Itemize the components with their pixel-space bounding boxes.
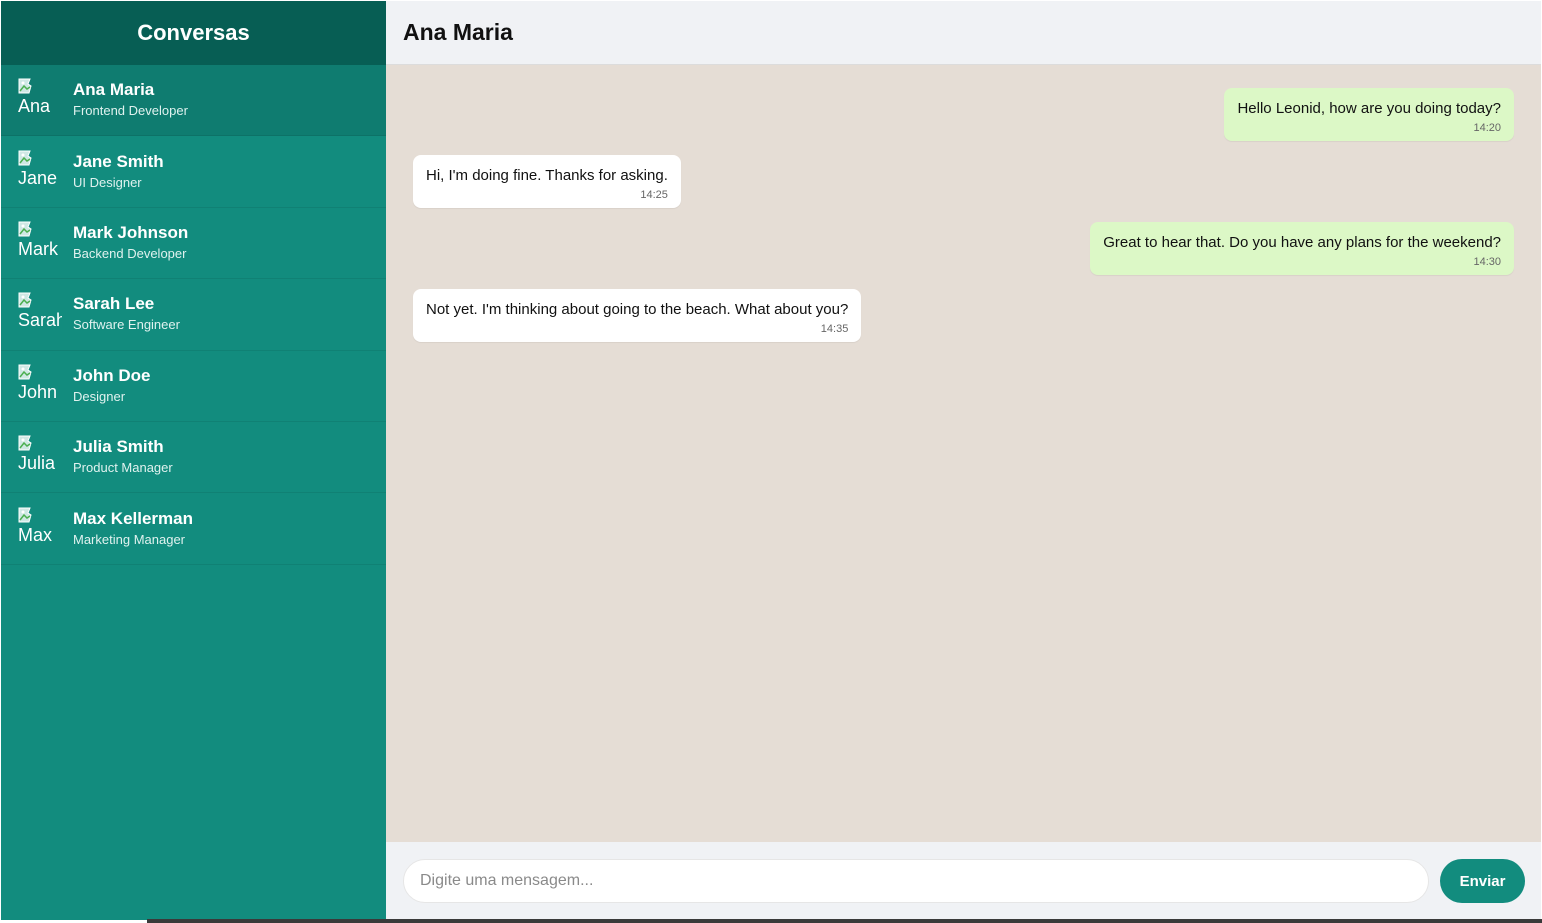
chat-contact-name: Ana Maria — [386, 1, 1541, 65]
avatar: Sarah — [18, 292, 62, 336]
avatar-alt-text: John — [18, 381, 58, 402]
conversation-item[interactable]: Ana Ana Maria Frontend Developer — [1, 65, 386, 137]
avatar: Ana — [18, 78, 62, 122]
contact-name: Mark Johnson — [73, 222, 189, 242]
message-bubble-received: Hi, I'm doing fine. Thanks for asking. 1… — [413, 155, 681, 208]
broken-image-icon — [18, 78, 32, 94]
avatar-alt-text: Max — [18, 524, 53, 545]
contact-name: Sarah Lee — [73, 294, 155, 314]
contact-name: Max Kellerman — [73, 508, 193, 528]
send-button[interactable]: Enviar — [1440, 859, 1525, 903]
broken-image-icon — [18, 221, 32, 237]
conversation-item[interactable]: Jane Jane Smith UI Designer — [1, 136, 386, 208]
contact-role: Marketing Manager — [73, 531, 185, 547]
avatar: Mark — [18, 221, 62, 265]
conversation-item[interactable]: Mark Mark Johnson Backend Developer — [1, 208, 386, 280]
broken-image-icon — [18, 364, 32, 380]
avatar-alt-text: Sarah — [18, 310, 62, 331]
conversation-list: Ana Ana Maria Frontend Developer Jane Ja… — [1, 65, 386, 565]
chat-app: Conversas Ana Ana Maria Frontend Develop… — [1, 1, 1541, 920]
message-bubble-sent: Hello Leonid, how are you doing today? 1… — [1224, 88, 1514, 141]
avatar-alt-text: Julia — [18, 453, 56, 474]
message-text: Great to hear that. Do you have any plan… — [1103, 234, 1501, 251]
message-time: 14:25 — [640, 189, 668, 201]
broken-image-icon — [18, 435, 32, 451]
contact-role: Designer — [73, 388, 126, 404]
conversation-item[interactable]: Max Max Kellerman Marketing Manager — [1, 493, 386, 565]
contact-name: Julia Smith — [73, 437, 164, 457]
chat-panel: Ana Maria Hello Leonid, how are you doin… — [386, 1, 1541, 920]
sidebar-title: Conversas — [1, 1, 386, 65]
window-bottom-edge — [147, 919, 1542, 923]
message-time: 14:35 — [820, 323, 849, 335]
contact-role: Frontend Developer — [73, 103, 188, 119]
avatar: John — [18, 364, 62, 408]
contact-role: UI Designer — [73, 174, 142, 190]
contact-role: Software Engineer — [73, 317, 180, 333]
message-bubble-received: Not yet. I'm thinking about going to the… — [413, 289, 862, 342]
contact-name: John Doe — [73, 365, 151, 385]
avatar-alt-text: Jane — [18, 167, 58, 188]
contact-name: Ana Maria — [73, 80, 155, 100]
avatar: Max — [18, 507, 62, 551]
broken-image-icon — [18, 507, 32, 523]
avatar: Julia — [18, 435, 62, 479]
message-list: Hello Leonid, how are you doing today? 1… — [386, 65, 1541, 842]
conversation-item[interactable]: John John Doe Designer — [1, 351, 386, 422]
sidebar: Conversas Ana Ana Maria Frontend Develop… — [1, 1, 386, 920]
message-input[interactable] — [403, 859, 1429, 903]
message-text: Hi, I'm doing fine. Thanks for asking. — [426, 167, 668, 184]
message-composer: Enviar — [386, 842, 1541, 920]
broken-image-icon — [18, 292, 32, 308]
message-time: 14:20 — [1473, 122, 1501, 134]
contact-name: Jane Smith — [73, 151, 164, 171]
avatar-alt-text: Ana — [18, 96, 51, 117]
message-time: 14:30 — [1473, 256, 1501, 268]
contact-role: Product Manager — [73, 460, 173, 476]
avatar: Jane — [18, 150, 62, 194]
conversation-item[interactable]: Sarah Sarah Lee Software Engineer — [1, 279, 386, 351]
message-bubble-sent: Great to hear that. Do you have any plan… — [1090, 222, 1514, 275]
conversation-item[interactable]: Julia Julia Smith Product Manager — [1, 422, 386, 494]
message-text: Not yet. I'm thinking about going to the… — [426, 301, 849, 318]
contact-role: Backend Developer — [73, 245, 187, 261]
broken-image-icon — [18, 150, 32, 166]
avatar-alt-text: Mark — [18, 238, 58, 259]
message-text: Hello Leonid, how are you doing today? — [1237, 100, 1501, 117]
